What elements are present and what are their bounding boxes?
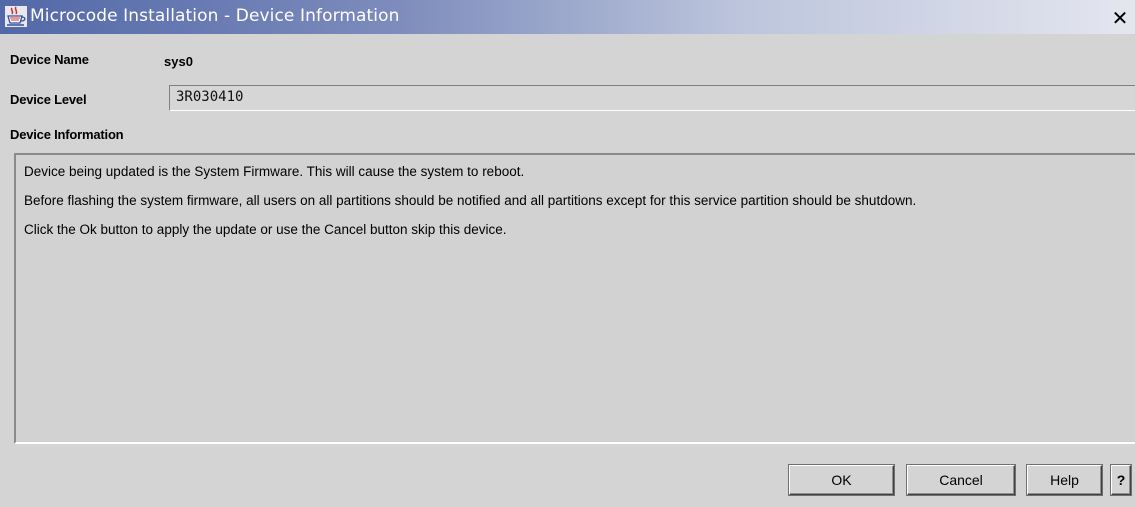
close-button[interactable]: ✕ (1110, 8, 1130, 28)
context-help-button[interactable]: ? (1111, 465, 1131, 495)
device-information-text[interactable]: Device being updated is the System Firmw… (14, 153, 1135, 444)
device-level-value: 3R030410 (176, 89, 244, 105)
device-information-label: Device Information (10, 127, 124, 142)
device-level-field[interactable]: 3R030410 (169, 85, 1135, 111)
info-paragraph: Device being updated is the System Firmw… (24, 164, 525, 179)
microcode-device-info-dialog: Microcode Installation - Device Informat… (0, 0, 1135, 507)
device-level-label: Device Level (10, 92, 87, 107)
device-name-label: Device Name (10, 52, 89, 67)
ok-button[interactable]: OK (789, 465, 894, 495)
close-icon: ✕ (1111, 6, 1129, 30)
title-bar[interactable]: Microcode Installation - Device Informat… (0, 0, 1135, 34)
java-cup-icon (5, 6, 27, 27)
help-button[interactable]: Help (1027, 465, 1102, 495)
cancel-button[interactable]: Cancel (907, 465, 1015, 495)
device-name-value: sys0 (164, 54, 193, 69)
info-paragraph: Before flashing the system firmware, all… (24, 193, 917, 208)
window-title: Microcode Installation - Device Informat… (30, 6, 400, 26)
info-paragraph: Click the Ok button to apply the update … (24, 222, 507, 237)
